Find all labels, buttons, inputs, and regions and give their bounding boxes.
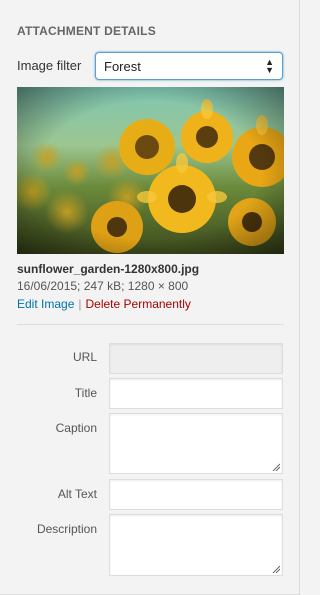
caption-label: Caption xyxy=(55,421,97,435)
divider xyxy=(17,324,284,325)
delete-permanently-link[interactable]: Delete Permanently xyxy=(86,297,191,311)
upload-date: 16/06/2015; xyxy=(17,279,81,293)
attachment-details-panel: Attachment Details Image filter Forest ▲… xyxy=(0,0,300,595)
file-meta: 16/06/2015; 247 kB; 1280 × 800 xyxy=(17,279,188,293)
description-label: Description xyxy=(36,522,97,536)
caption-field[interactable] xyxy=(109,413,283,474)
alt-text-field[interactable] xyxy=(109,479,283,510)
file-size: 247 kB; xyxy=(83,279,125,293)
title-field[interactable] xyxy=(109,378,283,409)
image-dimensions: 1280 × 800 xyxy=(127,279,189,293)
select-arrows-icon: ▲ ▼ xyxy=(265,57,274,75)
image-filter-value: Forest xyxy=(104,59,141,74)
sunflower-image xyxy=(17,87,284,254)
alt-text-label: Alt Text xyxy=(57,487,97,501)
title-label: Title xyxy=(74,386,97,400)
edit-image-link[interactable]: Edit Image xyxy=(17,297,74,311)
description-field[interactable] xyxy=(109,514,283,576)
image-filter-select[interactable]: Forest ▲ ▼ xyxy=(95,52,283,80)
attachment-details-heading: Attachment Details xyxy=(17,24,156,38)
image-filter-label: Image filter xyxy=(17,58,82,73)
attachment-actions: Edit Image | Delete Permanently xyxy=(17,297,191,311)
attachment-thumbnail[interactable] xyxy=(17,87,284,254)
resize-handle-icon[interactable] xyxy=(272,463,280,471)
url-field[interactable] xyxy=(109,343,283,374)
url-label: URL xyxy=(72,350,97,364)
file-name: sunflower_garden-1280x800.jpg xyxy=(17,262,200,276)
action-separator: | xyxy=(78,297,82,311)
resize-handle-icon[interactable] xyxy=(272,565,280,573)
